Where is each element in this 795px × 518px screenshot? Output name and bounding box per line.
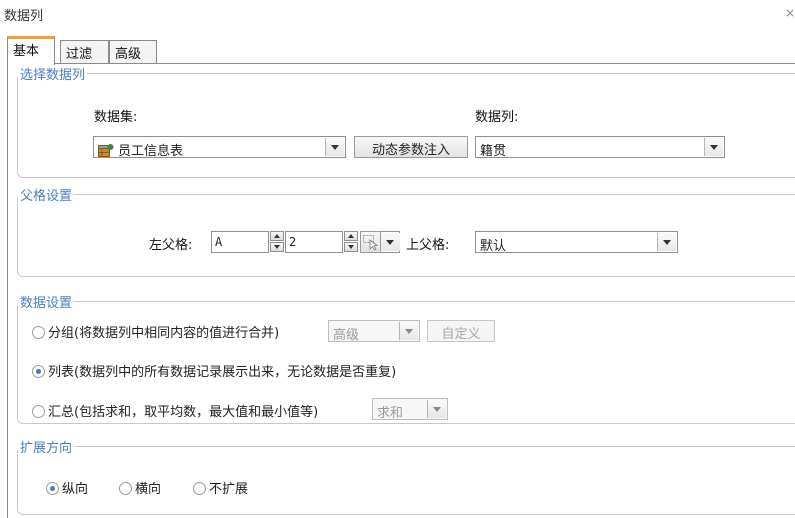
group-radio[interactable] [32, 326, 45, 339]
summary-mode-select[interactable]: 求和 [372, 398, 448, 421]
table-icon [98, 143, 114, 158]
select-column-legend: 选择数据列 [20, 68, 86, 83]
expand-vertical-radio[interactable] [46, 482, 59, 495]
cell-picker-dropdown[interactable] [381, 231, 400, 253]
expand-direction-group: 扩展方向 [17, 437, 795, 515]
summary-option-label: 汇总(包括求和，取平均数，最大值和最小值等) [48, 405, 319, 420]
dataset-label: 数据集: [94, 110, 138, 125]
group-option[interactable]: 分组(将数据列中相同内容的值进行合并) [32, 322, 279, 342]
chevron-down-icon[interactable] [427, 400, 446, 418]
expand-none-radio[interactable] [193, 482, 206, 495]
summary-radio[interactable] [32, 405, 45, 418]
top-parent-select[interactable]: 默认 [475, 231, 678, 254]
dynamic-param-button[interactable]: 动态参数注入 [354, 136, 468, 158]
column-label: 数据列: [475, 110, 519, 125]
expand-vertical-label: 纵向 [62, 482, 89, 497]
left-parent-col-field[interactable]: A [211, 231, 269, 253]
column-select[interactable]: 籍贯 [475, 136, 725, 159]
spinner-up-icon[interactable] [344, 231, 358, 241]
cell-picker-icon[interactable] [360, 231, 381, 253]
list-option-label: 列表(数据列中的所有数据记录展示出来，无论数据是否重复) [48, 365, 397, 380]
expand-direction-legend: 扩展方向 [20, 441, 73, 456]
column-value: 籍贯 [480, 144, 507, 159]
left-parent-row-stepper[interactable] [344, 231, 358, 253]
parent-settings-legend: 父格设置 [20, 189, 73, 204]
title-bar: 数据列 × [0, 0, 795, 28]
parent-settings-group: 父格设置 [17, 185, 795, 277]
window-title: 数据列 [4, 9, 44, 24]
expand-none-option[interactable]: 不扩展 [193, 478, 248, 498]
expand-horizontal-label: 横向 [135, 482, 162, 497]
spinner-down-icon[interactable] [270, 242, 284, 252]
dataset-value: 员工信息表 [118, 144, 184, 159]
tab-filter[interactable]: 过滤 [60, 40, 109, 64]
group-mode-select[interactable]: 高级 [328, 320, 420, 343]
chevron-down-icon[interactable] [325, 138, 344, 156]
list-option[interactable]: 列表(数据列中的所有数据记录展示出来，无论数据是否重复) [32, 361, 396, 381]
list-radio[interactable] [32, 365, 45, 378]
expand-vertical-option[interactable]: 纵向 [46, 478, 88, 498]
chevron-down-icon[interactable] [381, 233, 400, 251]
summary-mode-value: 求和 [377, 406, 404, 421]
summary-option[interactable]: 汇总(包括求和，取平均数，最大值和最小值等) [32, 401, 318, 421]
data-settings-legend: 数据设置 [20, 296, 73, 311]
close-icon[interactable]: × [785, 6, 795, 20]
left-parent-col-stepper[interactable] [270, 231, 284, 253]
group-option-label: 分组(将数据列中相同内容的值进行合并) [48, 326, 280, 341]
custom-group-button[interactable]: 自定义 [427, 320, 495, 342]
group-mode-value: 高级 [333, 328, 360, 343]
top-parent-label: 上父格: [406, 238, 450, 253]
left-parent-label: 左父格: [149, 238, 193, 253]
tab-basic[interactable]: 基本 [7, 36, 55, 65]
chevron-down-icon[interactable] [399, 322, 418, 340]
spinner-down-icon[interactable] [344, 242, 358, 252]
tab-panel-basic: 选择数据列 数据集: 数据列: 员工信息表 动态参数注入 籍贯 父格设置 左父格… [7, 63, 795, 518]
expand-horizontal-option[interactable]: 横向 [119, 478, 161, 498]
tab-advanced[interactable]: 高级 [109, 40, 157, 64]
dataset-select[interactable]: 员工信息表 [93, 136, 346, 159]
chevron-down-icon[interactable] [657, 233, 676, 251]
spinner-up-icon[interactable] [270, 231, 284, 241]
left-parent-row-field[interactable]: 2 [285, 231, 343, 253]
expand-horizontal-radio[interactable] [119, 482, 132, 495]
chevron-down-icon[interactable] [704, 138, 723, 156]
top-parent-value: 默认 [480, 239, 507, 254]
expand-none-label: 不扩展 [209, 482, 249, 497]
